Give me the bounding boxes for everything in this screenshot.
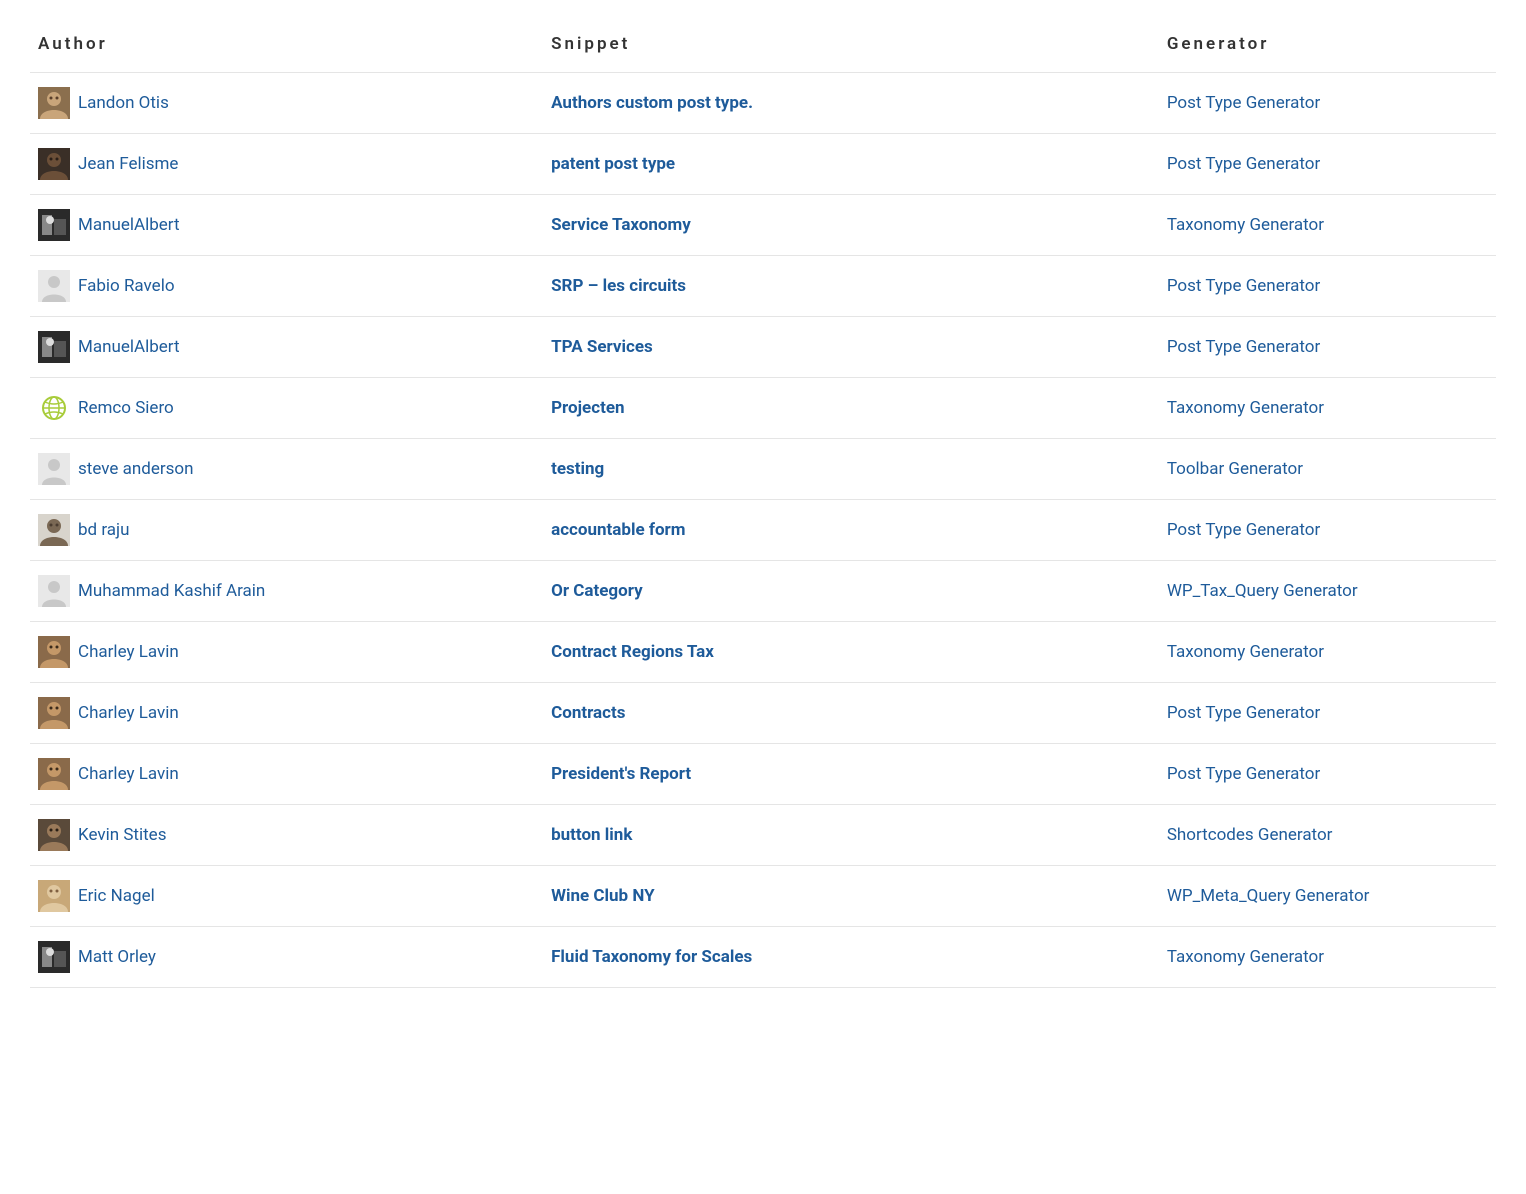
- avatar: [38, 697, 70, 729]
- generator-link[interactable]: Post Type Generator: [1167, 93, 1320, 113]
- avatar: [38, 453, 70, 485]
- author-link[interactable]: steve anderson: [78, 459, 193, 479]
- avatar: [38, 392, 70, 424]
- header-generator: Generator: [1159, 20, 1496, 73]
- author-link[interactable]: Charley Lavin: [78, 703, 179, 723]
- avatar: [38, 880, 70, 912]
- author-link[interactable]: bd raju: [78, 520, 129, 540]
- avatar: [38, 575, 70, 607]
- author-link[interactable]: ManuelAlbert: [78, 337, 180, 357]
- generator-link[interactable]: Taxonomy Generator: [1167, 642, 1324, 662]
- snippet-link[interactable]: Authors custom post type.: [551, 93, 753, 113]
- snippet-link[interactable]: Contract Regions Tax: [551, 642, 714, 662]
- snippet-link[interactable]: Fluid Taxonomy for Scales: [551, 947, 752, 967]
- author-link[interactable]: Charley Lavin: [78, 642, 179, 662]
- author-link[interactable]: Fabio Ravelo: [78, 276, 175, 296]
- generator-link[interactable]: Post Type Generator: [1167, 703, 1320, 723]
- avatar: [38, 758, 70, 790]
- header-snippet: Snippet: [543, 20, 1159, 73]
- author-link[interactable]: Landon Otis: [78, 93, 169, 113]
- snippet-link[interactable]: TPA Services: [551, 337, 653, 357]
- generator-link[interactable]: Post Type Generator: [1167, 276, 1320, 296]
- table-row: Eric Nagel Wine Club NY WP_Meta_Query Gene…: [30, 866, 1496, 927]
- table-row: Charley Lavin Contracts Post Type Generato…: [30, 683, 1496, 744]
- snippet-link[interactable]: accountable form: [551, 520, 685, 540]
- avatar: [38, 209, 70, 241]
- snippet-link[interactable]: Projecten: [551, 398, 624, 418]
- generator-link[interactable]: Taxonomy Generator: [1167, 398, 1324, 418]
- author-link[interactable]: ManuelAlbert: [78, 215, 180, 235]
- table-row: ManuelAlbert TPA Services Post Type Genera…: [30, 317, 1496, 378]
- snippet-link[interactable]: Or Category: [551, 581, 643, 601]
- table-row: bd raju accountable form Post Type Generat…: [30, 500, 1496, 561]
- avatar: [38, 514, 70, 546]
- generator-link[interactable]: Toolbar Generator: [1167, 459, 1303, 479]
- snippet-link[interactable]: testing: [551, 459, 604, 479]
- table-row: Kevin Stites button link Shortcodes Genera…: [30, 805, 1496, 866]
- snippet-link[interactable]: Contracts: [551, 703, 625, 723]
- snippet-link[interactable]: patent post type: [551, 154, 675, 174]
- avatar: [38, 87, 70, 119]
- generator-link[interactable]: WP_Tax_Query Generator: [1167, 581, 1358, 601]
- table-row: Fabio Ravelo SRP – les circuits Post Type …: [30, 256, 1496, 317]
- table-row: Remco Siero Projecten Taxonomy Generator: [30, 378, 1496, 439]
- snippet-link[interactable]: Wine Club NY: [551, 886, 655, 906]
- author-link[interactable]: Muhammad Kashif Arain: [78, 581, 265, 601]
- generator-link[interactable]: Post Type Generator: [1167, 764, 1320, 784]
- table-row: steve anderson testing Toolbar Generator: [30, 439, 1496, 500]
- snippet-link[interactable]: SRP – les circuits: [551, 276, 686, 296]
- header-author: Author: [30, 20, 543, 73]
- author-link[interactable]: Eric Nagel: [78, 886, 155, 906]
- author-link[interactable]: Charley Lavin: [78, 764, 179, 784]
- avatar: [38, 331, 70, 363]
- table-row: Charley Lavin Contract Regions Tax Taxonom…: [30, 622, 1496, 683]
- table-row: Charley Lavin President's Report Post Type…: [30, 744, 1496, 805]
- generator-link[interactable]: WP_Meta_Query Generator: [1167, 886, 1370, 906]
- snippets-table: Author Snippet Generator Landon Otis Auth…: [30, 20, 1496, 988]
- table-row: Landon Otis Authors custom post type. Post…: [30, 73, 1496, 134]
- author-link[interactable]: Kevin Stites: [78, 825, 166, 845]
- table-row: Matt Orley Fluid Taxonomy for Scales Taxon…: [30, 927, 1496, 988]
- snippet-link[interactable]: button link: [551, 825, 632, 845]
- table-row: Jean Felisme patent post type Post Type Ge…: [30, 134, 1496, 195]
- avatar: [38, 148, 70, 180]
- avatar: [38, 636, 70, 668]
- snippet-link[interactable]: President's Report: [551, 764, 691, 784]
- author-link[interactable]: Matt Orley: [78, 947, 156, 967]
- avatar: [38, 270, 70, 302]
- author-link[interactable]: Jean Felisme: [78, 154, 178, 174]
- generator-link[interactable]: Post Type Generator: [1167, 154, 1320, 174]
- snippet-link[interactable]: Service Taxonomy: [551, 215, 691, 235]
- generator-link[interactable]: Taxonomy Generator: [1167, 215, 1324, 235]
- avatar: [38, 819, 70, 851]
- table-row: Muhammad Kashif Arain Or Category WP_Tax_Q…: [30, 561, 1496, 622]
- avatar: [38, 941, 70, 973]
- table-row: ManuelAlbert Service Taxonomy Taxonomy Gen…: [30, 195, 1496, 256]
- author-link[interactable]: Remco Siero: [78, 398, 174, 418]
- generator-link[interactable]: Post Type Generator: [1167, 337, 1320, 357]
- generator-link[interactable]: Shortcodes Generator: [1167, 825, 1333, 845]
- generator-link[interactable]: Taxonomy Generator: [1167, 947, 1324, 967]
- generator-link[interactable]: Post Type Generator: [1167, 520, 1320, 540]
